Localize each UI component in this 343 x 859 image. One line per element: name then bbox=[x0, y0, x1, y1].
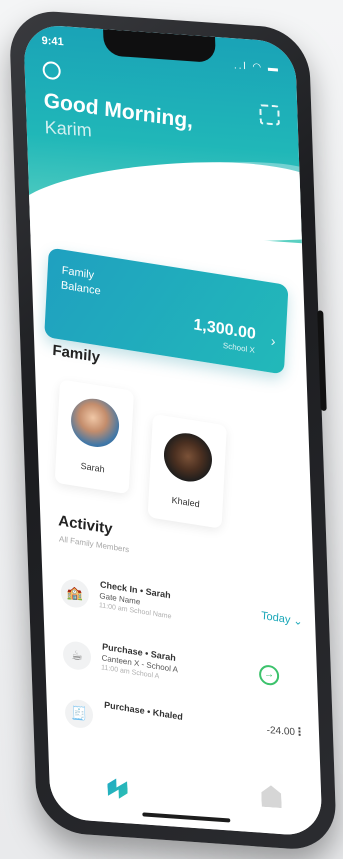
bottom-navigation bbox=[48, 747, 323, 838]
side-button bbox=[317, 310, 327, 412]
app-screen: 9:41 ..l ◠ ▬ Good Morning, Karim Family … bbox=[23, 23, 323, 838]
family-member-card-khaled[interactable]: Khaled bbox=[147, 413, 227, 529]
avatar bbox=[69, 395, 121, 451]
chevron-right-icon[interactable]: › bbox=[270, 333, 276, 350]
member-name: Khaled bbox=[171, 494, 200, 510]
school-gate-icon: 🏫 bbox=[60, 578, 90, 609]
activity-text: Check In • Sarah Gate Name 11:00 am Scho… bbox=[99, 579, 173, 620]
activity-subtitle: All Family Members bbox=[58, 534, 130, 555]
activity-title: Activity bbox=[57, 512, 113, 538]
family-title: Family bbox=[51, 341, 101, 367]
status-time: 9:41 bbox=[41, 34, 64, 49]
member-name: Sarah bbox=[80, 460, 105, 475]
balance-label: Family Balance bbox=[60, 264, 101, 298]
user-name: Karim bbox=[44, 117, 93, 141]
family-member-card-sarah[interactable]: Sarah bbox=[54, 379, 134, 495]
status-icons: ..l ◠ ▬ bbox=[233, 60, 281, 75]
school-icon[interactable] bbox=[261, 785, 282, 808]
activity-row[interactable]: ☕ Purchase • Sarah Canteen X - School A … bbox=[62, 637, 304, 704]
header-wave bbox=[23, 158, 323, 250]
activity-text: Purchase • Khaled bbox=[104, 700, 183, 722]
avatar bbox=[162, 429, 214, 485]
cup-icon: ☕ bbox=[62, 640, 92, 671]
activity-amount: -24.00 bbox=[266, 724, 296, 739]
home-indicator bbox=[142, 812, 231, 823]
profile-icon[interactable] bbox=[42, 60, 61, 81]
scan-icon[interactable] bbox=[259, 104, 280, 126]
enter-icon: → bbox=[258, 664, 280, 686]
activity-title-text: Purchase • Khaled bbox=[103, 699, 184, 722]
stage: 9:41 ..l ◠ ▬ Good Morning, Karim Family … bbox=[0, 0, 343, 859]
balance-amount: 1,300.00 bbox=[193, 316, 257, 344]
activity-row[interactable]: 🏫 Check In • Sarah Gate Name 11:00 am Sc… bbox=[60, 574, 302, 641]
receipt-icon: 🧾 bbox=[64, 698, 94, 729]
phone-frame: 9:41 ..l ◠ ▬ Good Morning, Karim Family … bbox=[8, 8, 338, 853]
activity-text: Purchase • Sarah Canteen X - School A 11… bbox=[101, 641, 179, 683]
brand-logo[interactable] bbox=[107, 778, 128, 799]
more-vertical-icon[interactable]: ⋮ bbox=[294, 725, 305, 739]
